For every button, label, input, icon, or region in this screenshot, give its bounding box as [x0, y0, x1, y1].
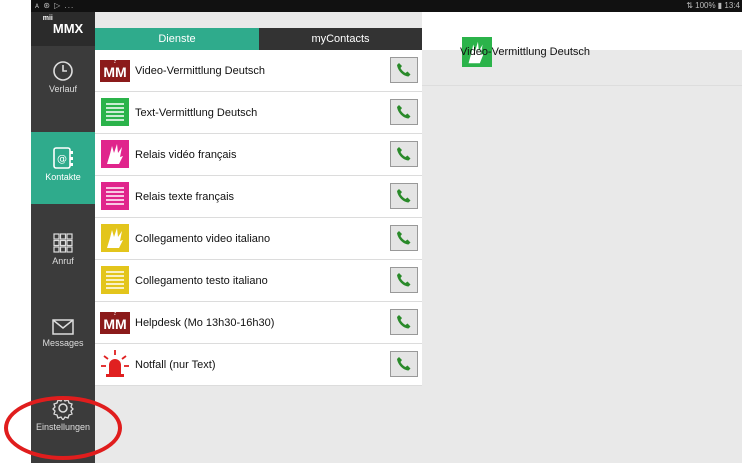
- text-lines-icon: [101, 266, 129, 294]
- phone-icon: [397, 231, 411, 245]
- mm-logo-icon: MM?: [100, 307, 130, 334]
- text-lines-icon: [101, 182, 129, 210]
- call-button[interactable]: [390, 351, 418, 377]
- signing-hands-icon: [101, 140, 129, 168]
- dialpad-icon: [53, 233, 73, 253]
- list-item-label: Collegamento video italiano: [135, 233, 271, 245]
- siren-icon: [101, 350, 129, 377]
- list-item[interactable]: Collegamento video italiano: [95, 218, 422, 260]
- call-button[interactable]: [390, 225, 418, 251]
- sidebar-item-verlauf[interactable]: Verlauf: [31, 46, 95, 118]
- mm-logo-icon: MM?: [100, 55, 130, 82]
- call-button[interactable]: [390, 267, 418, 293]
- call-button[interactable]: [390, 99, 418, 125]
- phone-icon: [397, 147, 411, 161]
- envelope-icon: [52, 319, 74, 335]
- app-logo: miiMMX: [31, 12, 95, 46]
- sidebar-item-label: Messages: [42, 338, 84, 348]
- phone-icon: [397, 315, 411, 329]
- list-item[interactable]: Relais texte français: [95, 176, 422, 218]
- call-button[interactable]: [390, 57, 418, 83]
- list-item[interactable]: Notfall (nur Text): [95, 344, 422, 386]
- tab-dienste[interactable]: Dienste: [95, 28, 259, 50]
- clock-icon: [53, 61, 73, 81]
- list-item[interactable]: Collegamento testo italiano: [95, 260, 422, 302]
- sidebar-item-kontakte[interactable]: @ Kontakte: [31, 132, 95, 204]
- list-item-label: Text-Vermittlung Deutsch: [135, 107, 258, 119]
- sidebar-item-messages[interactable]: Messages: [31, 304, 95, 376]
- divider: [422, 85, 742, 86]
- svg-text:MM: MM: [103, 316, 126, 332]
- phone-icon: [397, 105, 411, 119]
- signing-hands-icon: [101, 224, 129, 252]
- list-item-label: Notfall (nur Text): [135, 359, 216, 371]
- sidebar-item-label: Kontakte: [45, 172, 81, 182]
- list-item-label: Relais texte français: [135, 191, 235, 203]
- svg-text:?: ?: [112, 307, 117, 317]
- sidebar-item-label: Verlauf: [48, 84, 78, 94]
- list-item-label: Video-Vermittlung Deutsch: [135, 65, 266, 77]
- sidebar-item-label: Anruf: [52, 256, 74, 266]
- status-bar: ᴀ ⊛ ▷ ... ⇅ 100% ▮ 13:4: [31, 0, 742, 12]
- status-icons-left: ᴀ ⊛ ▷ ...: [35, 1, 75, 10]
- list-item-label: Helpdesk (Mo 13h30-16h30): [135, 317, 275, 329]
- call-button[interactable]: [390, 141, 418, 167]
- list-item-label: Relais vidéo français: [135, 149, 237, 161]
- phone-icon: [397, 357, 411, 371]
- annotation-circle: [4, 396, 122, 460]
- list-item[interactable]: MM? Helpdesk (Mo 13h30-16h30): [95, 302, 422, 344]
- address-book-icon: @: [53, 147, 73, 169]
- svg-text:MM: MM: [103, 64, 126, 80]
- svg-text:@: @: [57, 154, 67, 165]
- list-item[interactable]: Relais vidéo français: [95, 134, 422, 176]
- phone-icon: [397, 63, 411, 77]
- status-icons-right: ⇅ 100% ▮ 13:4: [686, 1, 740, 10]
- app-frame: ᴀ ⊛ ▷ ... ⇅ 100% ▮ 13:4 miiMMX Verlauf @…: [31, 0, 742, 463]
- text-lines-icon: [101, 98, 129, 126]
- sidebar-item-anruf[interactable]: Anruf: [31, 218, 95, 290]
- phone-icon: [397, 273, 411, 287]
- tab-mycontacts[interactable]: myContacts: [259, 28, 422, 50]
- detail-title: Video-Vermittlung Deutsch: [460, 46, 591, 58]
- list-item[interactable]: Text-Vermittlung Deutsch: [95, 92, 422, 134]
- svg-text:?: ?: [112, 55, 117, 65]
- call-button[interactable]: [390, 183, 418, 209]
- phone-icon: [397, 189, 411, 203]
- list-item-label: Collegamento testo italiano: [135, 275, 268, 287]
- list-item[interactable]: MM? Video-Vermittlung Deutsch: [95, 50, 422, 92]
- call-button[interactable]: [390, 309, 418, 335]
